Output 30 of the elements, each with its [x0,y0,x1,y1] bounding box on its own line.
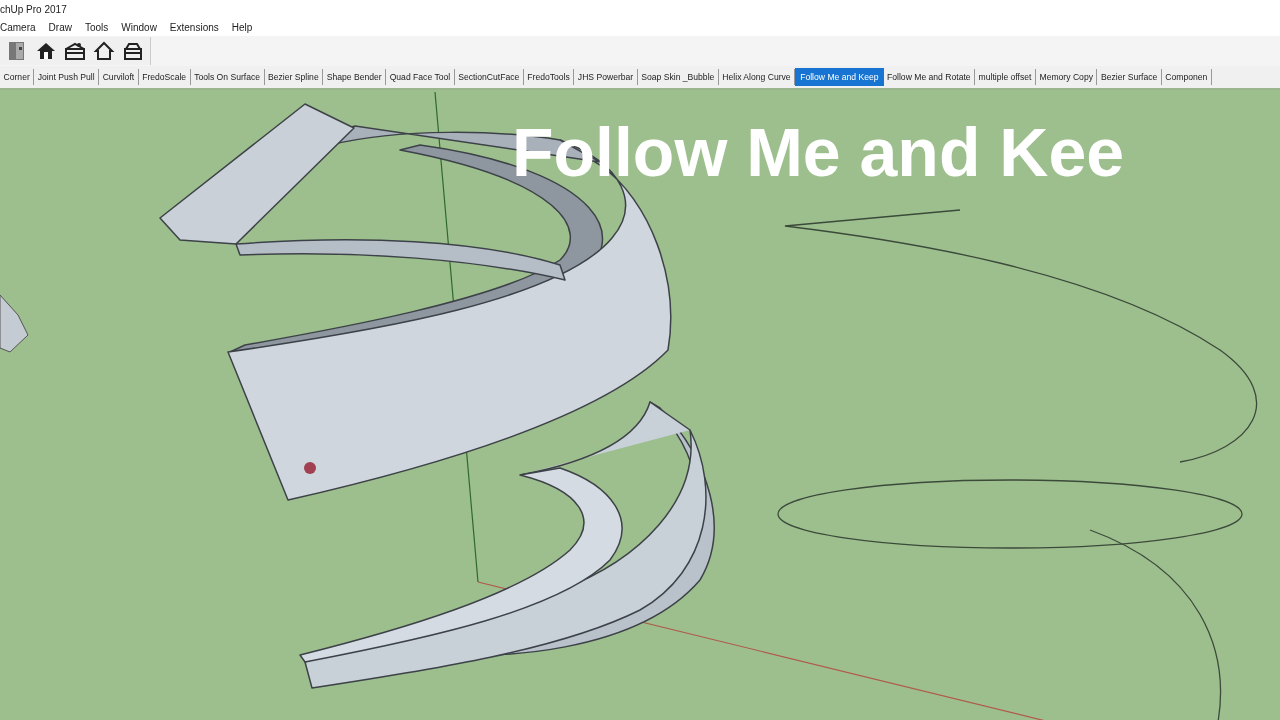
extension-tab[interactable]: Follow Me and Rotate [883,69,976,85]
extension-tab[interactable]: Joint Push Pull [34,69,100,85]
house-icon[interactable] [35,40,57,62]
extension-tab[interactable]: Componen [1161,69,1212,85]
menu-item[interactable]: Window [121,21,157,33]
house-icon[interactable] [93,40,115,62]
extension-tab[interactable]: Shape Bender [323,69,387,85]
extension-tab[interactable]: FredoScale [138,69,191,85]
box-icon[interactable] [122,40,144,62]
extension-tab[interactable]: Curviloft [99,69,139,85]
extension-tab[interactable]: multiple offset [975,69,1036,85]
extension-tab[interactable]: FredoTools [523,69,575,85]
extension-tab[interactable]: Soap Skin _Bubble [637,69,719,85]
menu-item[interactable]: Draw [48,21,72,33]
extension-tab[interactable]: Bezier Surface [1097,69,1162,85]
menu-item[interactable]: Extensions [169,21,219,33]
menu-item[interactable]: Tools [84,21,109,33]
menu-item[interactable]: Help [231,21,253,33]
menu-item[interactable]: Camera [0,21,36,33]
extension-tab[interactable]: Quad Face Tool [386,69,455,85]
extension-tab[interactable]: Bezier Spline [264,69,324,85]
extension-tab[interactable]: Tools On Surface [190,69,265,85]
extension-tab[interactable]: SectionCutFace [454,69,524,85]
model-fragment-drawing [0,294,29,353]
extension-tab[interactable]: Corner [0,69,35,85]
extension-tab[interactable]: Follow Me and Keep [795,68,884,86]
extension-tab[interactable]: Memory Copy [1035,69,1098,85]
building-icon[interactable] [64,40,86,62]
window-title: chUp Pro 2017 [0,3,67,15]
extension-tab[interactable]: JHS Powerbar [574,69,638,85]
